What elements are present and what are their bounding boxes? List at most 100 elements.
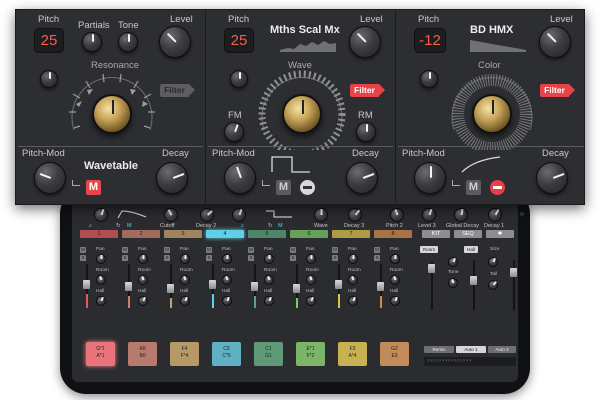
pitch-knob[interactable] <box>420 70 438 88</box>
tablet-knob[interactable] <box>232 208 246 222</box>
pan-knob[interactable] <box>138 254 148 264</box>
hall-send-knob[interactable] <box>264 296 274 306</box>
room-size-knob[interactable] <box>448 257 458 267</box>
tablet-knob[interactable] <box>94 208 108 222</box>
channel-tab-1[interactable]: 1 <box>80 230 118 238</box>
hall-send-knob[interactable] <box>96 296 106 306</box>
filter-button[interactable]: Filter <box>350 84 385 97</box>
mute-button[interactable]: M <box>80 247 86 253</box>
wave-knob[interactable] <box>282 94 322 134</box>
solo-button[interactable]: S <box>374 255 380 261</box>
room-send-knob[interactable] <box>222 275 232 285</box>
room-send-knob[interactable] <box>348 275 358 285</box>
channel-tab-7[interactable]: 7 <box>332 230 370 238</box>
room-send-knob[interactable] <box>180 275 190 285</box>
solo-button[interactable]: S <box>290 255 296 261</box>
fm-knob[interactable] <box>224 122 244 142</box>
channel-fader[interactable] <box>125 282 132 291</box>
tablet-knob-level-3[interactable] <box>422 208 436 222</box>
tone-knob[interactable] <box>118 32 138 52</box>
loop-icon[interactable]: ↻ <box>116 223 121 229</box>
kit-tab[interactable]: KIT <box>422 230 450 238</box>
channel-fader[interactable] <box>293 284 300 293</box>
tablet-knob-decay-2[interactable] <box>200 208 214 222</box>
mute-button[interactable]: M <box>122 247 128 253</box>
drum-pad-4[interactable]: C5 C*5 <box>212 342 241 366</box>
master-fader[interactable] <box>510 268 517 277</box>
channel-fader[interactable] <box>335 280 342 289</box>
room-send-knob[interactable] <box>138 275 148 285</box>
room-tone-knob[interactable] <box>448 278 458 288</box>
color-knob[interactable] <box>472 94 512 134</box>
channel-fader[interactable] <box>83 280 90 289</box>
pitch-mod-knob[interactable] <box>414 162 446 194</box>
solo-button[interactable]: S <box>122 255 128 261</box>
channel-fader[interactable] <box>251 282 258 291</box>
engine-title[interactable]: BD HMX <box>470 24 513 36</box>
pan-knob[interactable] <box>306 254 316 264</box>
decay-knob[interactable] <box>346 162 378 194</box>
mute-button[interactable]: M <box>374 247 380 253</box>
pan-knob[interactable] <box>348 254 358 264</box>
channel-tab-8[interactable]: 8 <box>374 230 412 238</box>
mute-icon[interactable] <box>490 180 505 195</box>
solo-button[interactable]: S <box>332 255 338 261</box>
channel-tab-2[interactable]: 2 <box>122 230 160 238</box>
partials-knob[interactable] <box>82 32 102 52</box>
hall-button[interactable]: Hall <box>464 246 478 253</box>
solo-button[interactable]: S <box>80 255 86 261</box>
tablet-knob-wave[interactable] <box>314 208 328 222</box>
channel-tab-6[interactable]: 6 <box>290 230 328 238</box>
pan-knob[interactable] <box>264 254 274 264</box>
drum-pad-6[interactable]: E*1 F*2 <box>296 342 325 366</box>
mute-button[interactable]: M <box>332 247 338 253</box>
sequence-strip[interactable]: ››››››››››››››› <box>424 357 516 366</box>
tablet-knob-decay-1[interactable] <box>488 208 502 222</box>
solo-button[interactable]: S <box>206 255 212 261</box>
room-send-knob[interactable] <box>96 275 106 285</box>
channel-fader[interactable] <box>209 280 216 289</box>
pan-knob[interactable] <box>96 254 106 264</box>
hall-fader[interactable] <box>470 276 477 285</box>
mod-icon[interactable]: M <box>278 223 283 229</box>
auto-2-button[interactable]: Auto 2 <box>488 346 516 353</box>
pitch-mod-knob[interactable] <box>224 162 256 194</box>
mute-button[interactable]: M <box>206 247 212 253</box>
tablet-knob-pitch-2[interactable] <box>390 208 404 222</box>
mute-button[interactable]: M <box>248 247 254 253</box>
solo-button[interactable]: S <box>248 255 254 261</box>
level-knob[interactable] <box>159 26 191 58</box>
drum-pad-2[interactable]: A0 B0 <box>128 342 157 366</box>
channel-tab-4[interactable]: 4 <box>206 230 244 238</box>
filter-button[interactable]: Filter <box>160 84 195 97</box>
hall-send-knob[interactable] <box>222 296 232 306</box>
channel-fader[interactable] <box>167 284 174 293</box>
settings-tab[interactable]: ✱ <box>486 230 514 238</box>
room-send-knob[interactable] <box>264 275 274 285</box>
hall-send-knob[interactable] <box>348 296 358 306</box>
drum-pad-7[interactable]: F3 A*4 <box>338 342 367 366</box>
pan-knob[interactable] <box>390 254 400 264</box>
hall-send-knob[interactable] <box>180 296 190 306</box>
mod-icon[interactable]: M <box>127 223 132 229</box>
pitch-value-display[interactable]: 25 <box>34 28 64 53</box>
mod-matrix-icon[interactable]: M <box>276 180 291 195</box>
pitch-knob[interactable] <box>230 70 248 88</box>
level-knob[interactable] <box>539 26 571 58</box>
mute-button[interactable]: M <box>164 247 170 253</box>
tablet-knob-decay-3[interactable] <box>348 208 362 222</box>
mod-matrix-icon[interactable]: M <box>86 180 101 195</box>
mute-icon[interactable] <box>300 180 315 195</box>
resonance-knob[interactable] <box>92 94 132 134</box>
engine-title[interactable]: Wavetable <box>84 160 138 172</box>
tablet-knob-cutoff[interactable] <box>164 208 178 222</box>
hall-tail-knob[interactable] <box>488 280 498 290</box>
room-button[interactable]: Room <box>420 246 438 253</box>
filter-button[interactable]: Filter <box>540 84 575 97</box>
solo-button[interactable]: S <box>164 255 170 261</box>
hall-send-knob[interactable] <box>390 296 400 306</box>
mute-button[interactable]: M <box>290 247 296 253</box>
pitch-value-display[interactable]: 25 <box>224 28 254 53</box>
drum-pad-8[interactable]: G2 E3 <box>380 342 409 366</box>
loop-icon[interactable]: ↻ <box>268 223 273 229</box>
